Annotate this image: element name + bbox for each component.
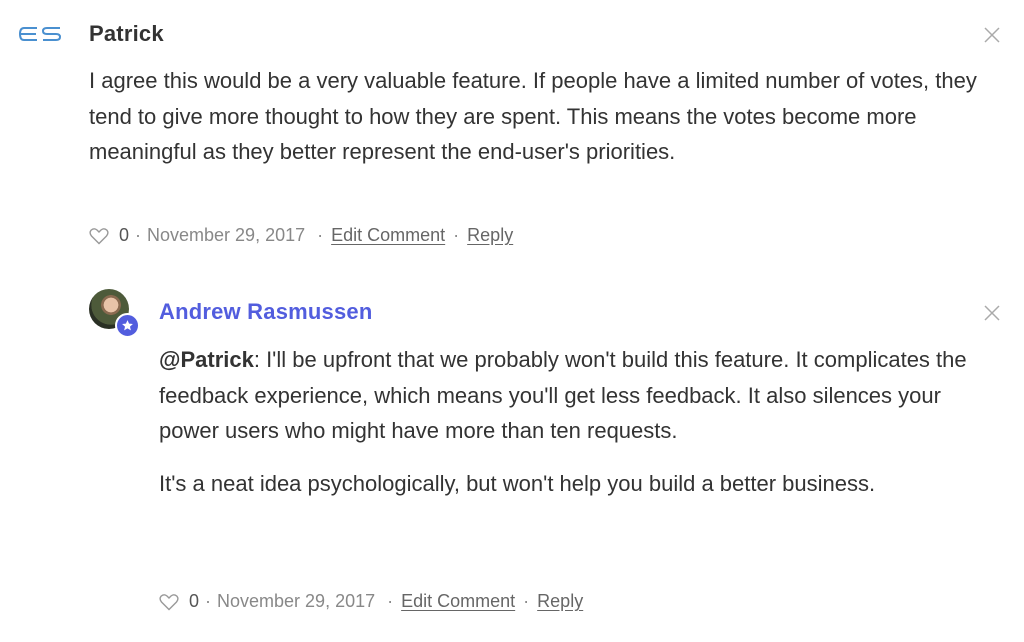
separator: ·	[205, 591, 212, 611]
comment-author: Patrick	[89, 21, 164, 46]
comment-body: @Patrick: I'll be upfront that we probab…	[159, 342, 979, 518]
comment-paragraph: It's a neat idea psychologically, but wo…	[159, 470, 876, 496]
comment-meta: 0 · November 29, 2017 · Edit Comment · R…	[159, 591, 583, 612]
comment-author[interactable]: Andrew Rasmussen	[159, 299, 373, 325]
reply-link[interactable]: Reply	[467, 225, 513, 246]
reply-link[interactable]: Reply	[537, 591, 583, 612]
separator: ·	[135, 225, 142, 245]
comment-paragraph: I agree this would be a very valuable fe…	[89, 68, 977, 164]
like-count: 0	[119, 225, 130, 245]
comment-date: November 29, 2017	[217, 591, 376, 611]
comment-body: I agree this would be a very valuable fe…	[89, 63, 989, 187]
separator: ·	[387, 591, 394, 611]
close-icon[interactable]	[984, 305, 1000, 321]
mention[interactable]: @Patrick	[159, 347, 254, 372]
es-logo-icon	[19, 27, 61, 41]
edit-comment-link[interactable]: Edit Comment	[331, 225, 445, 246]
like-count: 0	[189, 591, 200, 611]
comment-paragraph: @Patrick: I'll be upfront that we probab…	[159, 342, 979, 449]
comment-date: November 29, 2017	[147, 225, 306, 245]
comment-text: : I'll be upfront that we probably won't…	[159, 347, 967, 443]
star-badge-icon	[115, 313, 140, 338]
separator: ·	[523, 591, 530, 611]
separator: ·	[317, 225, 324, 245]
comment-meta: 0 · November 29, 2017 · Edit Comment · R…	[89, 225, 513, 246]
heart-icon[interactable]	[89, 227, 109, 245]
separator: ·	[453, 225, 460, 245]
close-icon[interactable]	[984, 27, 1000, 43]
heart-icon[interactable]	[159, 593, 179, 611]
edit-comment-link[interactable]: Edit Comment	[401, 591, 515, 612]
